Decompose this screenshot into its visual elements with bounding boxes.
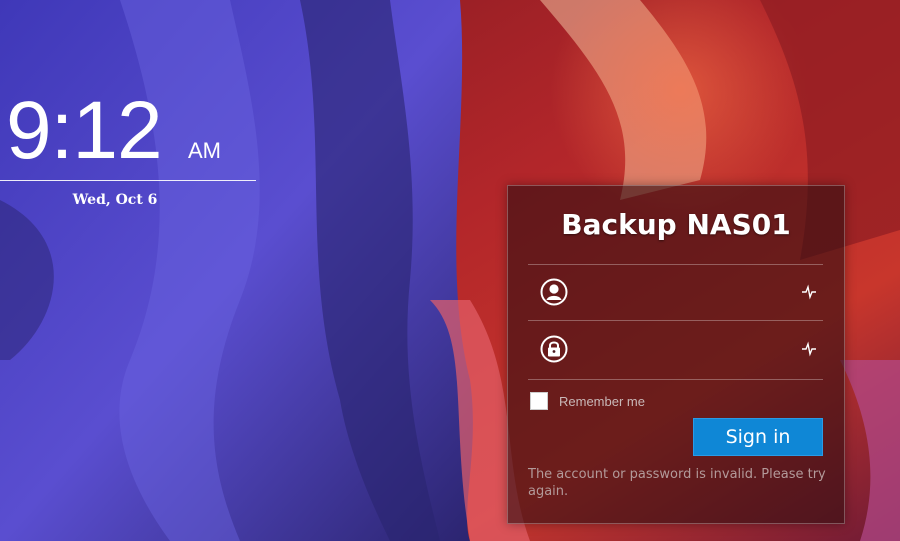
remember-me-label: Remember me xyxy=(559,394,645,409)
clock-date: Wed, Oct 6 xyxy=(72,192,158,208)
remember-me-checkbox[interactable] xyxy=(530,392,548,410)
divider xyxy=(528,320,823,321)
clock-time: 9:12 xyxy=(6,85,163,176)
password-field[interactable] xyxy=(528,322,823,376)
sign-in-button[interactable]: Sign in xyxy=(693,418,823,456)
pulse-icon xyxy=(802,341,816,357)
pulse-icon xyxy=(802,284,816,300)
error-message: The account or password is invalid. Plea… xyxy=(528,467,826,499)
username-field[interactable] xyxy=(528,265,823,319)
login-panel: Backup NAS01 Remember me Sign in The acc… xyxy=(507,185,845,524)
server-name-title: Backup NAS01 xyxy=(561,208,791,241)
user-icon xyxy=(540,278,568,306)
divider xyxy=(528,379,823,380)
username-input[interactable] xyxy=(580,277,804,309)
clock-divider xyxy=(0,180,256,181)
lock-icon xyxy=(540,335,568,363)
password-input[interactable] xyxy=(580,334,804,366)
clock-ampm: AM xyxy=(188,138,221,163)
